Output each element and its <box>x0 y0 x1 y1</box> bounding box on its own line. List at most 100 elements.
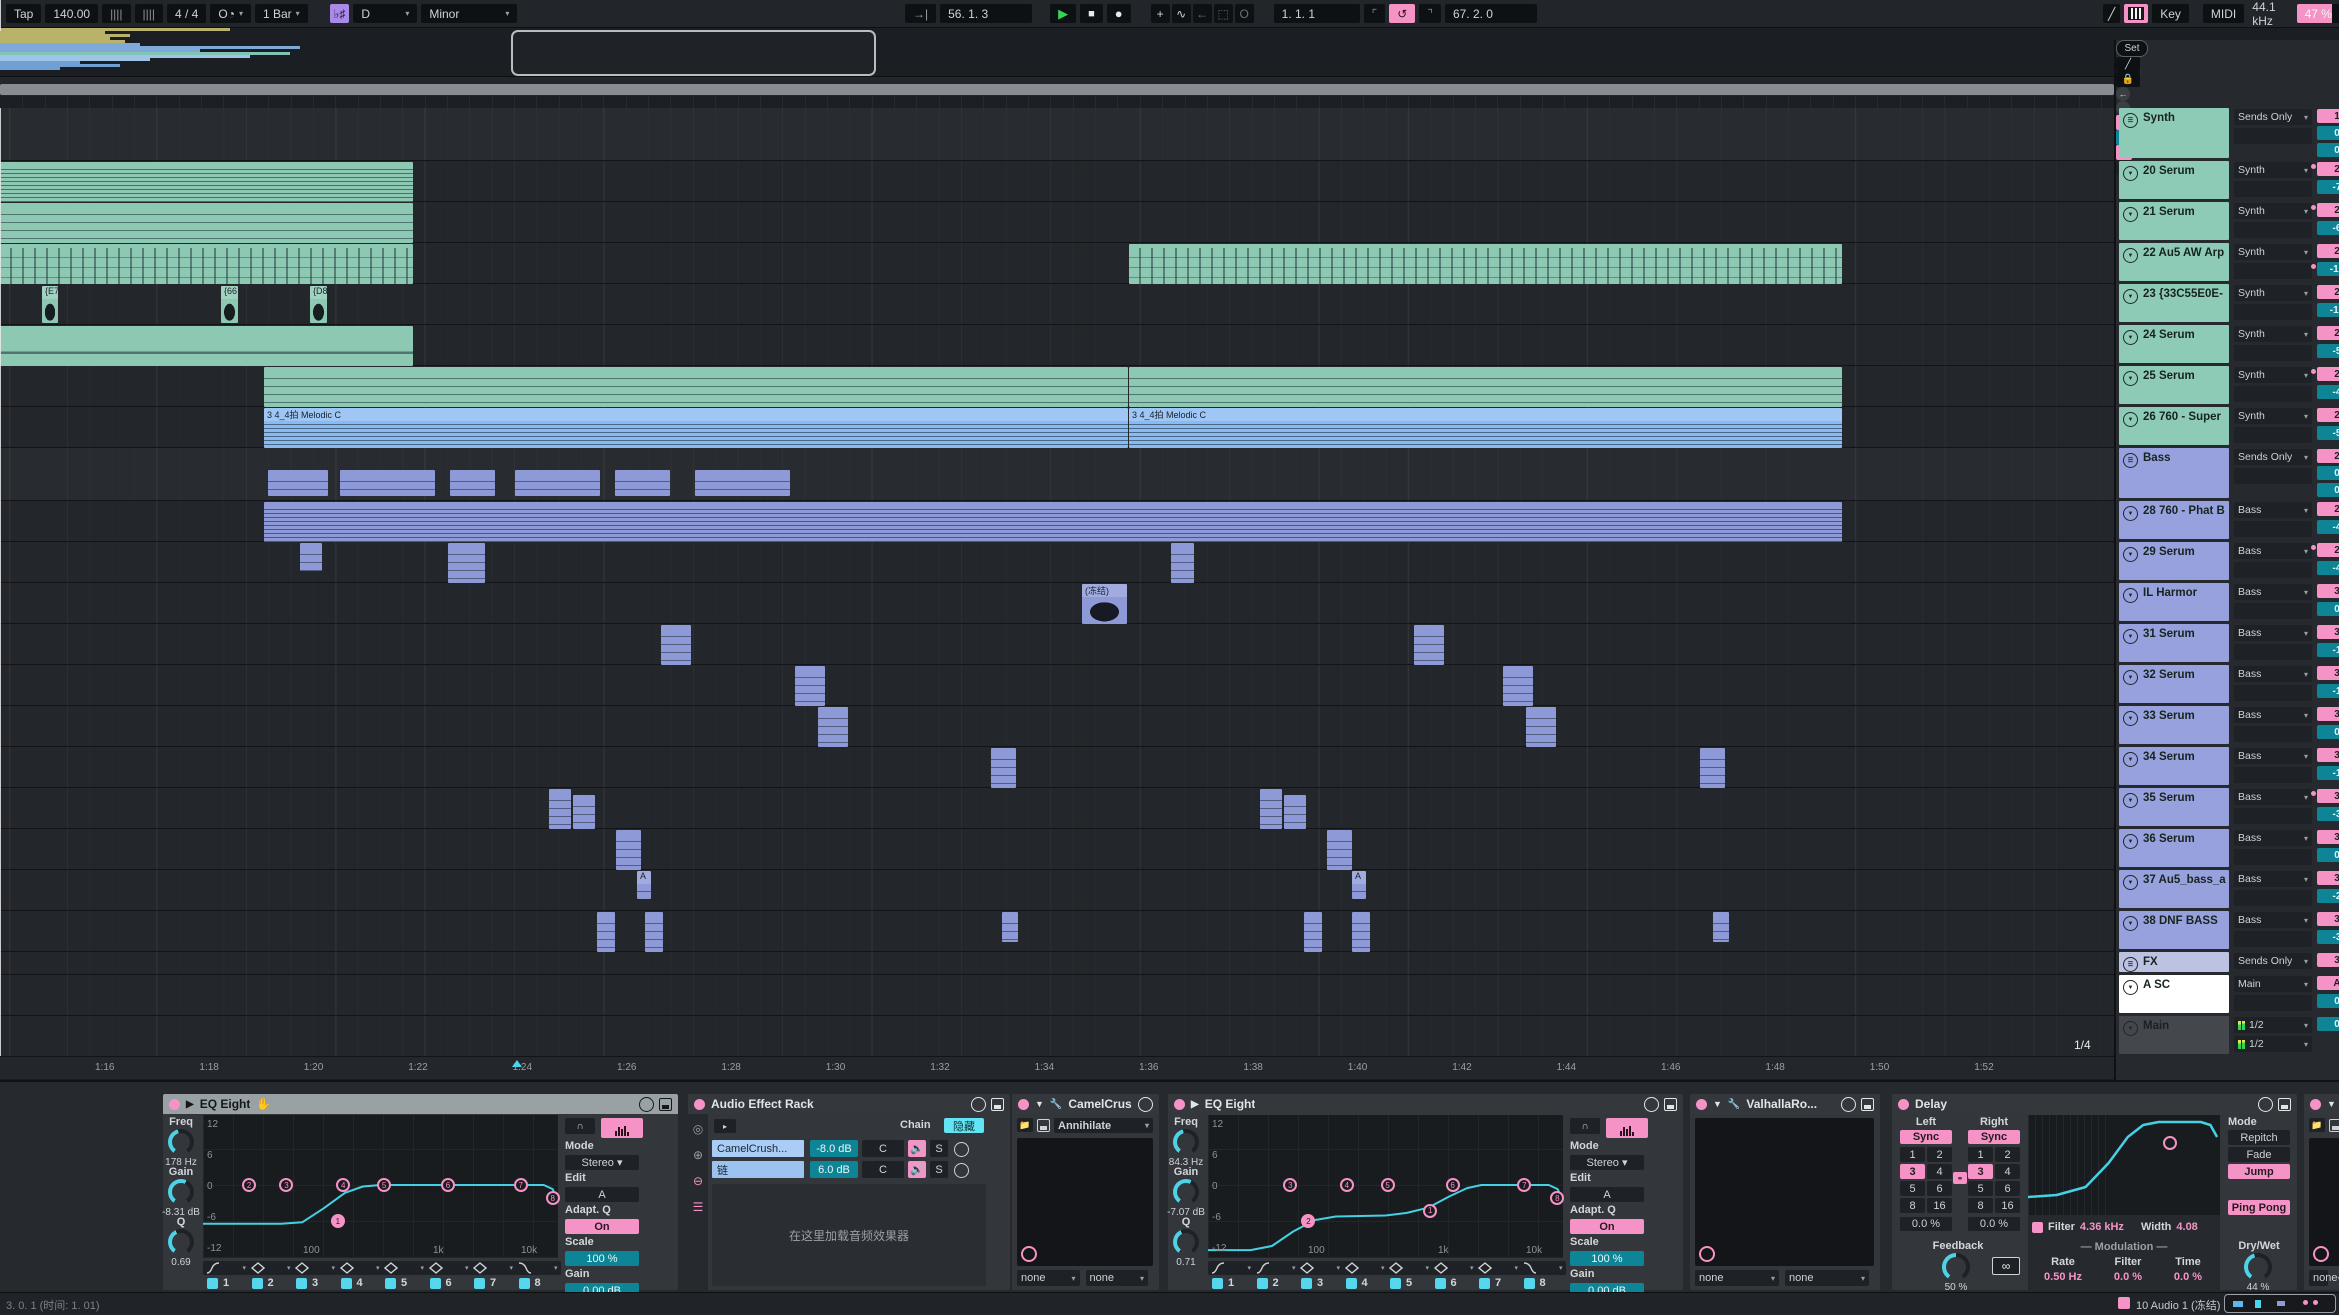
chain-speaker-button[interactable]: 🔊 <box>908 1161 926 1178</box>
tempo-field[interactable]: 140.00 <box>45 4 98 23</box>
output-routing-select[interactable]: Bass▾ <box>2234 543 2312 559</box>
track-fold-icon[interactable]: ▼ <box>2123 752 2138 767</box>
hot-swap-icon[interactable] <box>1644 1097 1659 1112</box>
delay-right-division-6[interactable]: 6 <box>1995 1181 2020 1196</box>
save-preset-icon[interactable] <box>659 1098 672 1111</box>
eq-band-enable-checkbox[interactable] <box>1479 1278 1490 1289</box>
input-box[interactable] <box>2234 521 2312 537</box>
output-routing-select[interactable]: Synth▾ <box>2234 244 2312 260</box>
input-box[interactable] <box>2234 726 2312 742</box>
input-box[interactable] <box>2234 767 2312 783</box>
input-box[interactable] <box>2234 644 2312 660</box>
clip[interactable] <box>0 244 413 284</box>
track-row-24-Serum[interactable]: ▼24 SerumSynth▾2-5 <box>2116 324 2339 365</box>
eq-band-enable-checkbox[interactable] <box>252 1278 263 1289</box>
arrangement-lane-Synth[interactable] <box>0 108 2114 161</box>
output-routing-select[interactable]: Bass▾ <box>2234 502 2312 518</box>
track-row-33-Serum[interactable]: ▼33 SerumBass▾30 <box>2116 705 2339 746</box>
eq-spectrum-button[interactable] <box>601 1118 643 1138</box>
time-locator-marker[interactable] <box>512 1060 522 1067</box>
delay-mod-param-value[interactable]: 0.0 % <box>2163 1271 2213 1283</box>
lock-envelopes-button[interactable]: 🔒 <box>2116 72 2140 87</box>
chain-solo-button[interactable]: S <box>930 1161 948 1178</box>
input-box[interactable] <box>2234 685 2312 701</box>
clip[interactable] <box>616 830 641 870</box>
eq-band-enable-checkbox[interactable] <box>1346 1278 1357 1289</box>
clip[interactable] <box>549 789 571 829</box>
arrangement-lane-IL-Harmor[interactable] <box>0 583 2114 624</box>
clip[interactable] <box>645 912 663 952</box>
clip[interactable] <box>1002 912 1018 942</box>
clip[interactable] <box>264 367 1128 407</box>
clip[interactable] <box>1304 912 1322 952</box>
clip-3 4_4拍 Melodic C[interactable]: 3 4_4拍 Melodic C <box>264 408 1128 448</box>
output-routing-select[interactable]: Bass▾ <box>2234 871 2312 887</box>
eq-band-node-6[interactable]: 6 <box>1446 1178 1460 1192</box>
group-fold-icon[interactable]: ☰ <box>2123 957 2138 972</box>
set-locator-button[interactable]: Set <box>2116 40 2148 57</box>
clip[interactable] <box>1503 666 1533 706</box>
input-box[interactable] <box>2234 222 2312 238</box>
clip[interactable] <box>1284 795 1306 829</box>
chain-solo-button[interactable]: S <box>930 1140 948 1157</box>
prev-locator-button[interactable]: ← <box>2116 87 2130 101</box>
chain-name[interactable]: 链 <box>712 1161 804 1178</box>
scrub-area[interactable] <box>0 96 2114 108</box>
track-row-25-Serum[interactable]: ▼25 SerumSynth▾2-4 <box>2116 365 2339 406</box>
back-to-arrangement-icon[interactable]: ← <box>1193 4 1212 23</box>
delay-left-division-6[interactable]: 6 <box>1927 1181 1952 1196</box>
save-preset-icon[interactable] <box>991 1098 1004 1111</box>
output-routing-select[interactable]: Bass▾ <box>2234 789 2312 805</box>
tap-tempo-button[interactable]: Tap <box>6 4 41 23</box>
input-box[interactable] <box>2234 562 2312 578</box>
eq-filter-slot-8[interactable]: ▾8 <box>515 1261 557 1289</box>
eq-filter-type-select[interactable]: ▾ <box>203 1261 249 1275</box>
eq-adaptq-toggle[interactable]: On <box>565 1219 639 1234</box>
eq-gain-knob[interactable] <box>1173 1179 1199 1205</box>
hot-swap-icon[interactable] <box>971 1097 986 1112</box>
eq-adaptq-toggle[interactable]: On <box>1570 1219 1644 1234</box>
output-routing-select[interactable]: Synth▾ <box>2234 162 2312 178</box>
eq-band-enable-checkbox[interactable] <box>1524 1278 1535 1289</box>
eq-band-enable-checkbox[interactable] <box>1435 1278 1446 1289</box>
arrangement-lane-38-DNF-BASS[interactable] <box>0 911 2114 952</box>
eq-filter-type-select[interactable]: ▾ <box>292 1261 338 1275</box>
delay-feedback-knob[interactable] <box>1942 1253 1970 1281</box>
arrangement-lane-FX[interactable] <box>0 952 2114 975</box>
device-title-bar[interactable]: Audio Effect Rack <box>688 1094 1010 1114</box>
track-row-28-760---Phat-B[interactable]: ▼28 760 - Phat BBass▾2-4 <box>2116 500 2339 541</box>
track-row-32-Serum[interactable]: ▼32 SerumBass▾3-1 <box>2116 664 2339 705</box>
output-routing-select[interactable]: Synth▾ <box>2234 203 2312 219</box>
loop-length-field[interactable]: 67. 2. 0 <box>1445 4 1537 23</box>
eq-band-node-5[interactable]: 5 <box>1381 1178 1395 1192</box>
rack-play-button[interactable]: ▸ <box>714 1119 736 1133</box>
eq-filter-type-select[interactable]: ▾ <box>470 1261 516 1275</box>
track-row-20-Serum[interactable]: ▼20 SerumSynth▾2-7 <box>2116 160 2339 201</box>
track-row-Bass[interactable]: ☰BassSends Only▾200 <box>2116 447 2339 500</box>
device-chain-minimap[interactable] <box>2224 1294 2336 1313</box>
clip-(冻结)[interactable]: (冻结) <box>1082 584 1127 624</box>
clip-{D8[interactable]: {D8 <box>310 286 327 323</box>
plugin-edit-icon[interactable]: 🔧 <box>1050 1099 1062 1110</box>
plugin-save-icon[interactable] <box>1037 1119 1050 1132</box>
output-routing-select[interactable]: Bass▾ <box>2234 625 2312 641</box>
eq-mode-select[interactable]: Stereo ▾ <box>565 1155 639 1170</box>
clip[interactable] <box>1171 543 1194 583</box>
groove-amount-button[interactable]: O◔▾ <box>210 4 251 23</box>
device-title-bar[interactable]: Delay <box>1892 1094 2297 1114</box>
arrangement-overview[interactable] <box>0 28 2339 77</box>
eq-filter-type-select[interactable]: ▾ <box>1253 1261 1299 1275</box>
track-row-IL-Harmor[interactable]: ▼IL HarmorBass▾30 <box>2116 582 2339 623</box>
clip[interactable] <box>695 470 790 496</box>
delay-pingpong-button[interactable]: Ping Pong <box>2228 1200 2290 1215</box>
clip[interactable] <box>515 470 600 496</box>
eq-graph[interactable]: 1260-6-121001k10k12345678 <box>203 1115 558 1258</box>
rack-hide-button[interactable]: 隐藏 <box>944 1118 984 1133</box>
device-title-bar[interactable]: ▶EQ Eight✋ <box>163 1094 678 1114</box>
clip[interactable] <box>264 502 1842 542</box>
overview-viewport-bracket[interactable] <box>511 30 876 76</box>
eq-filter-slot-1[interactable]: ▾1 <box>203 1261 245 1289</box>
eq-filter-slot-8[interactable]: ▾8 <box>1520 1261 1562 1289</box>
clip[interactable] <box>448 543 485 583</box>
eq-filter-slot-5[interactable]: ▾5 <box>381 1261 423 1289</box>
